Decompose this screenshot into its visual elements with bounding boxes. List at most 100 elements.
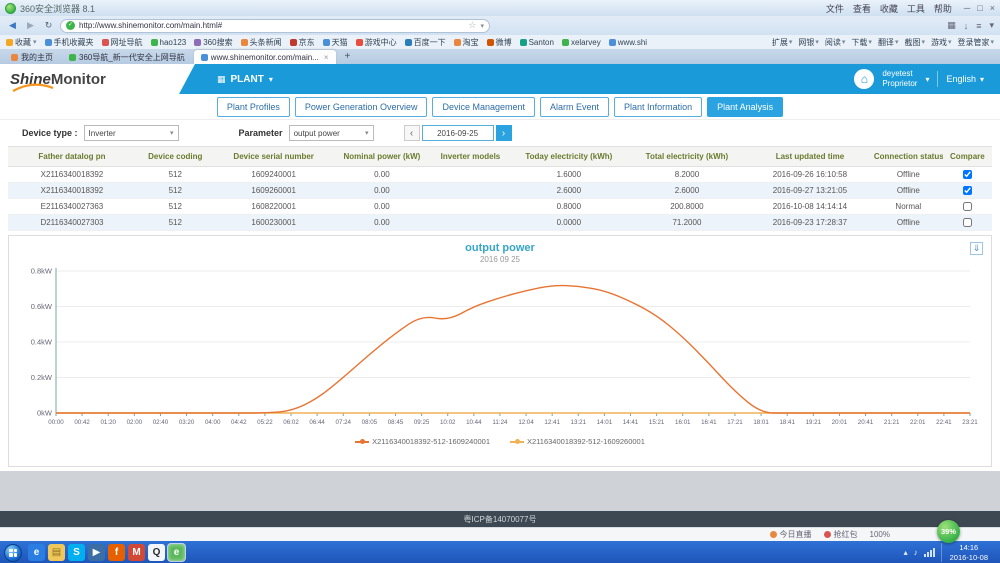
main-menu-icon[interactable]: ≡ (976, 21, 981, 31)
toolbar-item[interactable]: 截图 ▾ (904, 37, 925, 48)
bookmark-item[interactable]: hao123 (150, 38, 186, 47)
cell-nominal: 0.00 (332, 166, 432, 183)
menu-item[interactable]: 文件 (826, 2, 844, 15)
maximize-button[interactable]: □ (977, 3, 982, 13)
browser-tab[interactable]: 我的主页 (4, 50, 60, 64)
bookmark-item[interactable]: 京东 (289, 37, 315, 48)
tab-plant-analysis[interactable]: Plant Analysis (707, 96, 784, 117)
user-avatar[interactable]: ⌂ (854, 69, 875, 89)
bookmark-item[interactable]: 头条新闻 (240, 37, 282, 48)
toolbar-item[interactable]: 游戏 ▾ (931, 37, 952, 48)
bookmark-item[interactable]: 网址导航 (101, 37, 143, 48)
date-next-button[interactable]: › (495, 125, 512, 141)
svg-text:14:41: 14:41 (623, 419, 639, 426)
bookmark-item[interactable]: Santon (519, 38, 554, 47)
status-item-icon (823, 531, 831, 538)
browser-tab[interactable]: www.shinemonitor.com/main... × (193, 50, 336, 64)
bookmark-item[interactable]: www.shi (608, 38, 647, 47)
tab-plant-profiles[interactable]: Plant Profiles (216, 96, 290, 117)
bookmark-item[interactable]: 收藏 ▾ (6, 37, 37, 48)
status-item[interactable]: 100% (870, 530, 890, 539)
more-tools-icon[interactable]: ▾ (989, 20, 994, 31)
taskbar-item-qq[interactable]: Q (148, 544, 165, 561)
bookmark-item[interactable]: xelarvey (561, 38, 601, 47)
taskbar-item-folder-explorer[interactable]: ▤ (48, 544, 65, 561)
close-button[interactable]: × (990, 3, 995, 13)
taskbar-item-360-browser[interactable]: e (168, 544, 185, 561)
menu-item[interactable]: 收藏 (880, 2, 898, 15)
date-field[interactable]: 2016-09-25 (421, 125, 494, 141)
new-tab-button[interactable]: + (338, 50, 358, 64)
bookmark-item[interactable]: 天猫 (322, 37, 348, 48)
tab-device-management[interactable]: Device Management (432, 96, 536, 117)
bookmark-favicon-icon (194, 38, 202, 46)
forward-button[interactable]: ▶ (24, 20, 37, 31)
menu-item[interactable]: 帮助 (934, 2, 952, 15)
tab-power-generation-overview[interactable]: Power Generation Overview (294, 96, 428, 117)
menu-item[interactable]: 工具 (907, 2, 925, 15)
taskbar-clock[interactable]: 14:16 2016-10-08 (940, 543, 996, 562)
refresh-button[interactable]: ↻ (42, 20, 55, 31)
volume-icon[interactable]: ♪ (914, 548, 918, 557)
status-item[interactable]: 今日直播 (769, 529, 812, 540)
legend-item[interactable]: X2116340018392-512-1609240001 (355, 437, 490, 446)
bookmark-item[interactable]: 游戏中心 (355, 37, 397, 48)
status-item[interactable]: 抢红包 (823, 529, 858, 540)
chart-export-icon[interactable]: ⇓ (970, 242, 983, 255)
svg-text:0kW: 0kW (37, 409, 53, 418)
taskbar-item-firefox[interactable]: f (108, 544, 125, 561)
tray-expand-icon[interactable]: ▴ (904, 548, 908, 557)
taskbar-item-skype[interactable]: S (68, 544, 85, 561)
download-manager-icon[interactable]: ↓ (964, 21, 969, 31)
tab-plant-information[interactable]: Plant Information (614, 96, 703, 117)
date-prev-button[interactable]: ‹ (403, 125, 420, 141)
compare-checkbox[interactable] (962, 202, 972, 212)
tab-alarm-event[interactable]: Alarm Event (540, 96, 610, 117)
nav-plant-menu[interactable]: ▦ PLANT ▾ (217, 74, 273, 85)
taskbar-item-ie-browser[interactable]: e (28, 544, 45, 561)
tab-close-icon[interactable]: × (324, 53, 329, 62)
start-button[interactable] (4, 543, 22, 562)
browser-tab[interactable]: 360导航_新一代安全上网导航 (62, 50, 192, 64)
legend-item[interactable]: X2116340018392-512-1609260001 (510, 437, 645, 446)
minimize-button[interactable]: ─ (964, 3, 970, 13)
back-button[interactable]: ◀ (6, 20, 19, 31)
toolbar-item[interactable]: 下载 ▾ (851, 37, 872, 48)
shinemonitor-logo[interactable]: ShineMonitor (0, 64, 195, 94)
user-info[interactable]: deyetest Proprietor (882, 69, 917, 89)
url-input[interactable]: ✓ http://www.shinemonitor.com/main.html#… (60, 18, 490, 33)
taskbar-item-mail[interactable]: M (128, 544, 145, 561)
network-icon[interactable] (923, 548, 935, 557)
language-selector[interactable]: English ▾ (946, 74, 984, 84)
menu-item[interactable]: 查看 (853, 2, 871, 15)
toolbar-item[interactable]: 登录管家 ▾ (957, 37, 994, 48)
caret-down-icon: ▾ (788, 39, 793, 46)
bookmark-item[interactable]: 手机收藏夹 (44, 37, 94, 48)
bookmark-item[interactable]: 百度一下 (404, 37, 446, 48)
favorite-star-icon[interactable]: ☆ (468, 20, 476, 31)
toolbar-item[interactable]: 扩展 ▾ (772, 37, 793, 48)
compare-checkbox[interactable] (962, 218, 972, 228)
chart-title: output power (465, 242, 535, 254)
parameter-select[interactable]: output power ▾ (288, 125, 374, 141)
cell-coding: 512 (135, 166, 215, 183)
user-caret-icon[interactable]: ▾ (925, 75, 929, 84)
taskbar-item-media-player[interactable]: ▶ (88, 544, 105, 561)
device-type-select[interactable]: Inverter ▾ (83, 125, 179, 141)
device-table-wrap: Father datalog pn Device coding Device ser… (0, 146, 1000, 231)
svg-text:12:04: 12:04 (518, 419, 534, 426)
bookmark-favicon-icon (289, 38, 297, 46)
360-speedball[interactable]: 39% (937, 520, 960, 543)
toolbar-item[interactable]: 翻译 ▾ (878, 37, 899, 48)
bookmark-item[interactable]: 淘宝 (453, 37, 479, 48)
url-dropdown-icon[interactable]: ▾ (480, 22, 484, 30)
svg-text:10:44: 10:44 (466, 419, 482, 426)
compare-checkbox[interactable] (962, 170, 972, 180)
compare-checkbox[interactable] (962, 186, 972, 196)
cross-screen-icon[interactable]: ▦ (947, 20, 956, 31)
bookmark-item[interactable]: 微博 (486, 37, 512, 48)
bookmark-item[interactable]: 360搜索 (194, 37, 233, 48)
toolbar-item[interactable]: 阅读 ▾ (825, 37, 846, 48)
toolbar-item[interactable]: 网银 ▾ (798, 37, 819, 48)
system-tray: ▴ ♪ 14:16 2016-10-08 (904, 543, 996, 562)
